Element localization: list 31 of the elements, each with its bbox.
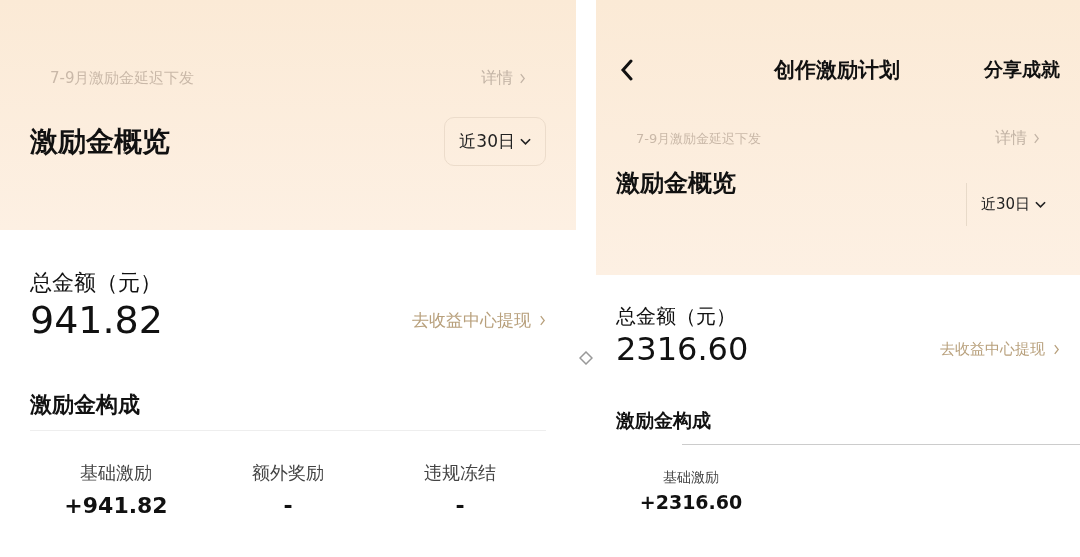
share-button[interactable]: 分享成就 <box>984 57 1060 83</box>
period-dropdown[interactable]: 近30日 <box>965 183 1060 226</box>
page-title: 创作激励计划 <box>774 57 900 84</box>
total-amount: 2316.60 <box>616 330 749 368</box>
withdraw-link[interactable]: 去收益中心提现 <box>412 308 546 332</box>
breakdown-value: +2316.60 <box>639 491 743 513</box>
breakdown-value: - <box>455 493 465 518</box>
total-label: 总金额（元） <box>30 269 163 297</box>
diamond-icon <box>579 351 593 365</box>
chevron-right-icon <box>519 73 526 84</box>
breakdown-label: 基础激励 <box>663 469 719 487</box>
overview-title: 激励金概览 <box>30 123 170 160</box>
breakdown-value: - <box>283 493 293 518</box>
withdraw-link[interactable]: 去收益中心提现 <box>940 339 1060 359</box>
overview-title: 激励金概览 <box>616 168 736 199</box>
chevron-right-icon <box>1033 133 1040 144</box>
breakdown-label: 基础激励 <box>80 461 152 485</box>
back-icon[interactable] <box>620 59 634 81</box>
breakdown-label: 违规冻结 <box>424 461 496 485</box>
total-amount: 941.82 <box>30 298 163 342</box>
total-label: 总金额（元） <box>616 303 737 330</box>
chevron-right-icon <box>539 314 546 326</box>
caret-icon <box>520 137 531 146</box>
section-title: 激励金构成 <box>616 408 712 433</box>
section-title: 激励金构成 <box>30 391 141 419</box>
period-dropdown[interactable]: 近30日 <box>444 117 546 166</box>
details-link[interactable]: 详情 <box>995 128 1040 149</box>
caret-icon <box>1035 200 1046 209</box>
breakdown-value: +941.82 <box>64 493 168 518</box>
chevron-right-icon <box>1053 343 1060 355</box>
breakdown-label: 额外奖励 <box>252 461 324 485</box>
